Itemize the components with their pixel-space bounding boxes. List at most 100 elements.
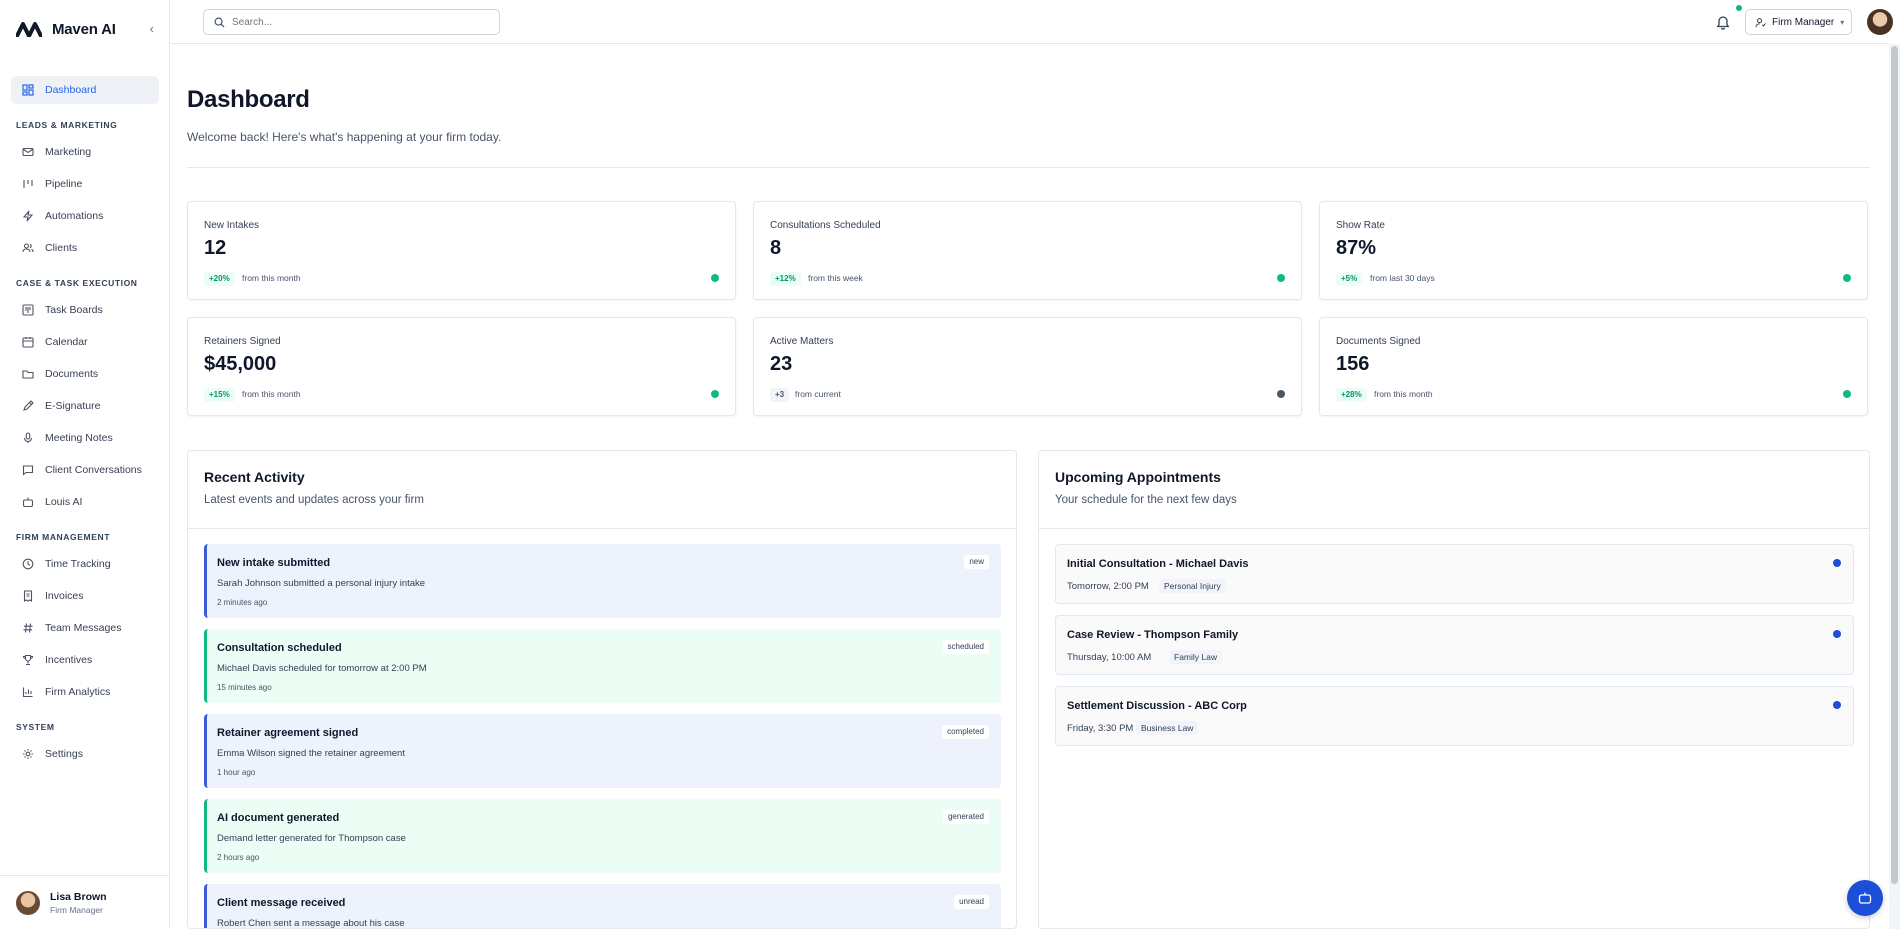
appointment-type-badge: Personal Injury xyxy=(1159,579,1226,593)
sidebar-nav: Dashboard LEADS & MARKETING Marketing Pi… xyxy=(11,76,159,772)
stat-change-badge: +5% xyxy=(1336,272,1363,286)
sidebar-item-pipeline[interactable]: Pipeline xyxy=(11,170,159,198)
search-input[interactable] xyxy=(232,16,482,28)
sidebar-item-marketing[interactable]: Marketing xyxy=(11,138,159,166)
ai-assistant-button[interactable] xyxy=(1847,880,1883,916)
activity-item[interactable]: Client message received Robert Chen sent… xyxy=(204,884,1001,928)
sidebar-item-incentives[interactable]: Incentives xyxy=(11,646,159,674)
nav-section-title: SYSTEM xyxy=(16,722,55,732)
stat-card: Documents Signed 156 +28% from this mont… xyxy=(1319,317,1868,416)
stat-card: Show Rate 87% +5% from last 30 days xyxy=(1319,201,1868,300)
appointment-time: Thursday, 10:00 AM xyxy=(1067,652,1152,663)
brand-name: Maven AI xyxy=(52,20,116,38)
mail-icon xyxy=(21,145,35,159)
message-icon xyxy=(21,463,35,477)
appointment-item[interactable]: Initial Consultation - Michael Davis Tom… xyxy=(1055,544,1854,604)
panel-subtitle: Your schedule for the next few days xyxy=(1055,494,1237,506)
appointment-item[interactable]: Case Review - Thompson Family Thursday, … xyxy=(1055,615,1854,675)
stat-label: Retainers Signed xyxy=(204,336,281,347)
activity-item[interactable]: Retainer agreement signed Emma Wilson si… xyxy=(204,714,1001,788)
status-badge: scheduled xyxy=(942,640,989,654)
panel-title: Upcoming Appointments xyxy=(1055,469,1221,485)
stat-label: Show Rate xyxy=(1336,220,1385,231)
page-subtitle: Welcome back! Here's what's happening at… xyxy=(187,130,502,144)
status-dot xyxy=(711,390,719,398)
layout-grid-icon xyxy=(21,83,35,97)
scrollbar-thumb[interactable] xyxy=(1891,46,1898,884)
stat-value: 87% xyxy=(1336,237,1377,259)
appointment-time: Tomorrow, 2:00 PM xyxy=(1067,581,1149,592)
activity-item[interactable]: New intake submitted Sarah Johnson submi… xyxy=(204,544,1001,618)
status-badge: unread xyxy=(954,895,989,909)
status-dot xyxy=(711,274,719,282)
sidebar-item-label: Marketing xyxy=(45,146,92,158)
stat-value: $45,000 xyxy=(204,353,277,375)
sidebar-item-team-messages[interactable]: Team Messages xyxy=(11,614,159,642)
activity-time: 15 minutes ago xyxy=(217,683,272,692)
kanban-icon xyxy=(21,303,35,317)
appointments-panel: Upcoming Appointments Your schedule for … xyxy=(1038,450,1870,929)
main-content: Dashboard Welcome back! Here's what's ha… xyxy=(171,44,1878,929)
status-dot xyxy=(1843,274,1851,282)
sidebar-item-label: Team Messages xyxy=(45,622,122,634)
sidebar-item-label: Automations xyxy=(45,210,104,222)
activity-title: AI document generated xyxy=(217,812,340,824)
stat-period: from this month xyxy=(242,389,301,399)
brand[interactable]: Maven AI ‹ xyxy=(16,18,154,40)
activity-title: Consultation scheduled xyxy=(217,642,342,654)
sidebar-item-settings[interactable]: Settings xyxy=(11,740,159,768)
sidebar: Maven AI ‹ Dashboard LEADS & MARKETING M… xyxy=(0,0,170,929)
activity-item[interactable]: AI document generated Demand letter gene… xyxy=(204,799,1001,873)
stat-card: Consultations Scheduled 8 +12% from this… xyxy=(753,201,1302,300)
sidebar-item-label: Clients xyxy=(45,242,78,254)
user-profile[interactable]: Lisa Brown Firm Manager xyxy=(0,875,170,929)
sidebar-item-firm-analytics[interactable]: Firm Analytics xyxy=(11,678,159,706)
avatar[interactable] xyxy=(1867,9,1893,35)
sidebar-item-e-signature[interactable]: E-Signature xyxy=(11,392,159,420)
stat-card: Retainers Signed $45,000 +15% from this … xyxy=(187,317,736,416)
activity-time: 1 hour ago xyxy=(217,768,256,777)
stat-label: Consultations Scheduled xyxy=(770,220,881,231)
status-dot xyxy=(1277,390,1285,398)
activity-item[interactable]: Consultation scheduled Michael Davis sch… xyxy=(204,629,1001,703)
appointment-item[interactable]: Settlement Discussion - ABC Corp Friday,… xyxy=(1055,686,1854,746)
chevron-left-icon[interactable]: ‹ xyxy=(150,21,154,36)
panel-subtitle: Latest events and updates across your fi… xyxy=(204,494,424,506)
activity-desc: Demand letter generated for Thompson cas… xyxy=(217,833,406,844)
activity-desc: Emma Wilson signed the retainer agreemen… xyxy=(217,748,405,759)
sidebar-item-clients[interactable]: Clients xyxy=(11,234,159,262)
pen-icon xyxy=(21,399,35,413)
status-badge: generated xyxy=(942,810,989,824)
scrollbar[interactable] xyxy=(1889,44,1900,929)
sidebar-item-label: Documents xyxy=(45,368,99,380)
sidebar-item-louis-ai[interactable]: Louis AI xyxy=(11,488,159,516)
role-dropdown[interactable]: Firm Manager ▾ xyxy=(1745,9,1852,35)
sidebar-item-time-tracking[interactable]: Time Tracking xyxy=(11,550,159,578)
sidebar-item-label: Pipeline xyxy=(45,178,83,190)
sidebar-item-documents[interactable]: Documents xyxy=(11,360,159,388)
sidebar-item-label: Incentives xyxy=(45,654,93,666)
sidebar-item-invoices[interactable]: Invoices xyxy=(11,582,159,610)
sidebar-item-label: Calendar xyxy=(45,336,88,348)
status-dot xyxy=(1277,274,1285,282)
sidebar-item-client-conversations[interactable]: Client Conversations xyxy=(11,456,159,484)
search-box[interactable] xyxy=(203,9,500,35)
mic-icon xyxy=(21,431,35,445)
activity-title: Client message received xyxy=(217,897,346,909)
recent-activity-panel: Recent Activity Latest events and update… xyxy=(187,450,1017,929)
sidebar-item-label: Task Boards xyxy=(45,304,103,316)
sidebar-item-calendar[interactable]: Calendar xyxy=(11,328,159,356)
activity-desc: Sarah Johnson submitted a personal injur… xyxy=(217,578,426,589)
stat-period: from last 30 days xyxy=(1370,273,1435,283)
folder-icon xyxy=(21,367,35,381)
sidebar-item-automations[interactable]: Automations xyxy=(11,202,159,230)
user-icon xyxy=(1755,17,1766,27)
stat-label: Active Matters xyxy=(770,336,834,347)
stat-period: from this month xyxy=(242,273,301,283)
sidebar-item-task-boards[interactable]: Task Boards xyxy=(11,296,159,324)
stat-period: from current xyxy=(795,389,841,399)
status-dot xyxy=(1843,390,1851,398)
bell-icon[interactable] xyxy=(1714,13,1732,31)
sidebar-item-meeting-notes[interactable]: Meeting Notes xyxy=(11,424,159,452)
sidebar-item-dashboard[interactable]: Dashboard xyxy=(11,76,159,104)
